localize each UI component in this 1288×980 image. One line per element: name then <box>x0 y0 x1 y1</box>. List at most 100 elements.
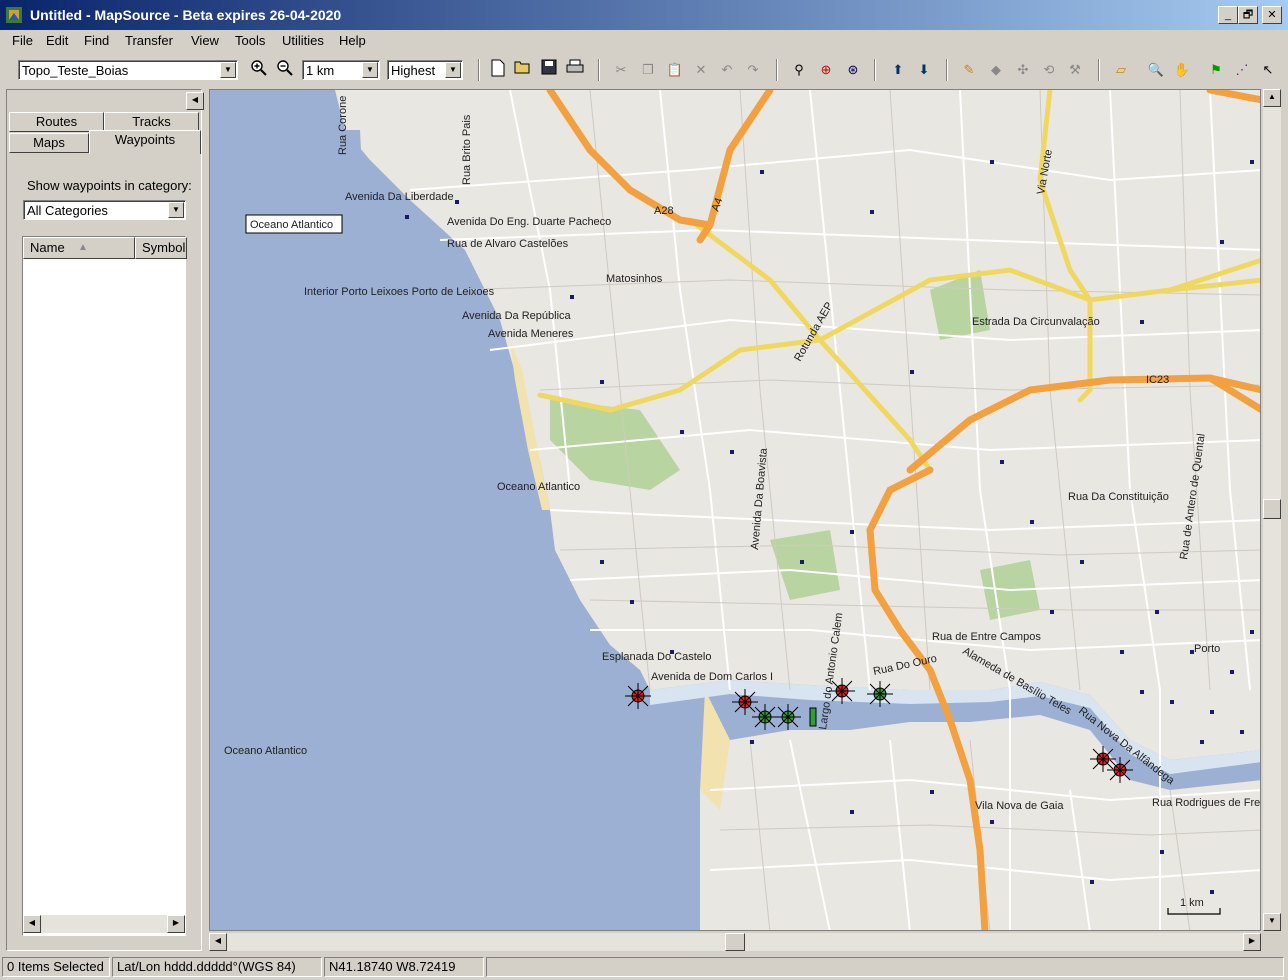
waypoint-tool-icon[interactable]: ⚑ <box>1205 59 1227 81</box>
label-ocean: Oceano Atlantico <box>224 745 307 757</box>
status-coordinate-format: Lat/Lon hddd.ddddd°(WGS 84) <box>112 957 322 977</box>
send-to-device-icon[interactable]: ⬇ <box>913 59 935 81</box>
label-street: Rua Brito Pais <box>461 114 473 185</box>
print-icon[interactable] <box>564 59 586 81</box>
menu-utilities[interactable]: Utilities <box>282 33 324 48</box>
toolbar-separator <box>946 59 948 81</box>
mapsource-app-icon <box>6 7 22 23</box>
tab-waypoints[interactable]: Waypoints <box>89 130 201 154</box>
detail-select[interactable]: Highest ▼ <box>387 60 463 80</box>
menu-tools[interactable]: Tools <box>235 33 265 48</box>
menu-transfer[interactable]: Transfer <box>125 33 173 48</box>
waypoint-buoy-green[interactable] <box>775 704 801 730</box>
close-button[interactable]: ✕ <box>1262 6 1282 24</box>
route-tool-icon[interactable]: ✣ <box>1012 59 1034 81</box>
eraser-icon[interactable]: ◆ <box>985 59 1007 81</box>
label-street: Avenida Da Liberdade <box>345 191 454 203</box>
pan-tool-icon[interactable]: ✋ <box>1171 59 1193 81</box>
title-bar: Untitled - MapSource - Beta expires 26-0… <box>0 0 1288 30</box>
window-title: Untitled - MapSource - Beta expires 26-0… <box>30 7 342 23</box>
delete-icon[interactable]: ✕ <box>690 59 712 81</box>
label-street: Avenida Meneres <box>488 328 574 340</box>
track-tool-icon[interactable]: ⟲ <box>1038 59 1060 81</box>
scroll-right-button[interactable]: ▶ <box>167 915 185 933</box>
waypoint-buoy-red[interactable] <box>732 689 758 715</box>
waypoint-marker-green-tower[interactable] <box>809 707 817 727</box>
zoom-scale-select[interactable]: 1 km ▼ <box>302 60 380 80</box>
waypoint-buoy-green[interactable] <box>867 681 893 707</box>
save-icon[interactable] <box>538 59 560 81</box>
new-icon[interactable] <box>487 59 509 81</box>
tab-tracks[interactable]: Tracks <box>104 112 199 132</box>
waypoint-buoy-green[interactable] <box>752 704 778 730</box>
copy-icon[interactable]: ❐ <box>637 59 659 81</box>
label-street: Estrada Da Circunvalação <box>972 316 1100 328</box>
park <box>770 530 840 600</box>
scroll-thumb[interactable] <box>1263 499 1281 519</box>
area-select-icon[interactable]: ▱ <box>1110 59 1132 81</box>
paste-icon[interactable]: 📋 <box>664 59 686 81</box>
toolbar-separator <box>478 59 480 81</box>
map-view[interactable]: Oceano Atlantico Oceano Atlantico Oceano… <box>209 89 1261 931</box>
label-street: Avenida Do Eng. Duarte Pacheco <box>447 216 611 228</box>
ocean-water <box>210 90 1260 930</box>
minimize-button[interactable]: _ <box>1218 6 1238 24</box>
menu-edit[interactable]: Edit <box>46 33 68 48</box>
chevron-down-icon[interactable]: ▼ <box>168 202 184 218</box>
waypoint-buoy-red[interactable] <box>1090 746 1116 772</box>
label-place: Porto <box>1194 643 1220 655</box>
tab-routes[interactable]: Routes <box>9 112 104 132</box>
select-tool-icon[interactable]: ↖ <box>1257 59 1279 81</box>
cut-icon[interactable]: ✂ <box>610 59 632 81</box>
find-nearby-icon[interactable]: ⊕ <box>815 59 837 81</box>
toolbar-separator <box>874 59 876 81</box>
map-horizontal-scrollbar[interactable]: ◀ ▶ <box>209 933 1261 951</box>
receive-from-device-icon[interactable]: ⬆ <box>887 59 909 81</box>
menu-view[interactable]: View <box>191 33 219 48</box>
redo-icon[interactable]: ↷ <box>742 59 764 81</box>
detail-value: Highest <box>391 63 436 78</box>
distance-tool-icon[interactable]: ⚒ <box>1064 59 1086 81</box>
zoom-in-icon[interactable] <box>248 59 270 81</box>
zoom-out-icon[interactable] <box>274 59 296 81</box>
chevron-down-icon[interactable]: ▼ <box>220 62 236 78</box>
collapse-panel-button[interactable]: ◀ <box>186 92 204 110</box>
column-header-name[interactable]: Name ▲ <box>23 237 135 259</box>
tab-maps[interactable]: Maps <box>9 133 89 153</box>
waypoint-list[interactable]: Name ▲ Symbol ◀ ▶ <box>22 236 187 936</box>
label-place: Matosinhos <box>606 273 663 285</box>
chevron-down-icon[interactable]: ▼ <box>362 62 378 78</box>
waypoint-buoy-red[interactable] <box>1107 757 1133 783</box>
map-tool-icon[interactable]: ✎ <box>958 59 980 81</box>
restore-button[interactable]: 🗗 <box>1238 6 1258 24</box>
scroll-up-button[interactable]: ▲ <box>1263 89 1281 107</box>
open-icon[interactable] <box>512 59 534 81</box>
menu-file[interactable]: File <box>12 33 33 48</box>
map-product-select[interactable]: Topo_Teste_Boias ▼ <box>18 60 238 80</box>
map-canvas[interactable]: Oceano Atlantico Oceano Atlantico Oceano… <box>210 90 1261 931</box>
scroll-thumb[interactable] <box>725 933 745 951</box>
status-selected-count: 0 Items Selected <box>2 957 110 977</box>
category-select[interactable]: All Categories ▼ <box>23 200 186 220</box>
menu-help[interactable]: Help <box>339 33 366 48</box>
waypoint-buoy-red[interactable] <box>625 683 651 709</box>
toolbar-separator <box>776 59 778 81</box>
label-street: Avenida Da República <box>462 310 572 322</box>
undo-icon[interactable]: ↶ <box>716 59 738 81</box>
route-draw-icon[interactable]: ⋰ <box>1231 59 1253 81</box>
menu-find[interactable]: Find <box>84 33 109 48</box>
chevron-down-icon[interactable]: ▼ <box>445 62 461 78</box>
list-horizontal-scrollbar[interactable]: ◀ ▶ <box>23 915 185 933</box>
label-street: Rua Da Constituição <box>1068 491 1169 503</box>
column-header-symbol[interactable]: Symbol <box>135 237 187 259</box>
label-street: Avenida Da Boavista <box>749 447 770 550</box>
find-icon[interactable]: ⚲ <box>788 59 810 81</box>
zoom-tool-icon[interactable]: 🔍 <box>1145 59 1167 81</box>
scroll-left-button[interactable]: ◀ <box>209 933 227 951</box>
scroll-left-button[interactable]: ◀ <box>23 915 41 933</box>
find-places-icon[interactable]: ⊛ <box>842 59 864 81</box>
map-vertical-scrollbar[interactable]: ▲ ▼ <box>1263 89 1281 931</box>
scroll-down-button[interactable]: ▼ <box>1263 913 1281 931</box>
scroll-right-button[interactable]: ▶ <box>1243 933 1261 951</box>
menu-bar: File Edit Find Transfer View Tools Utili… <box>0 30 1288 54</box>
